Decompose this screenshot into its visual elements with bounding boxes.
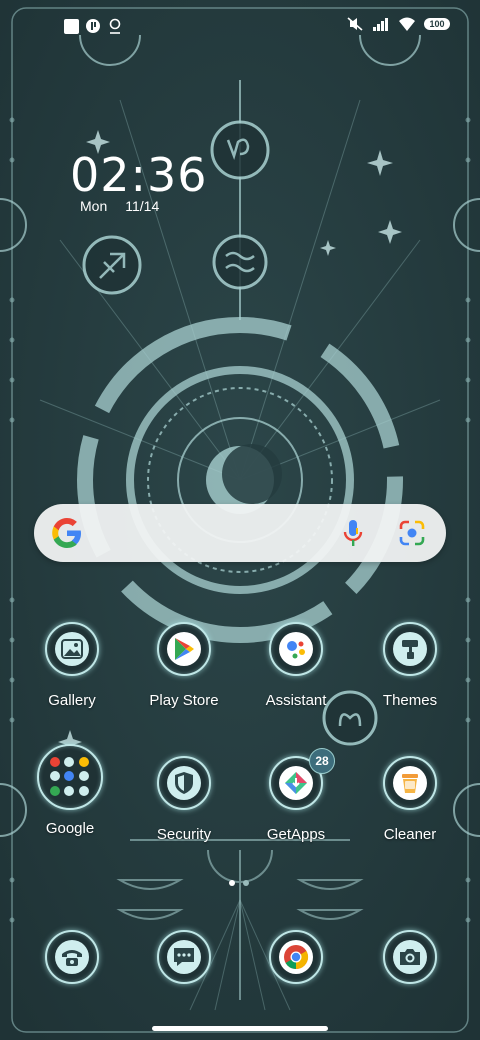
gallery-icon (61, 639, 83, 659)
app-label: Security (156, 826, 212, 843)
app-notification-icon (86, 19, 100, 33)
app-label: Cleaner (383, 826, 437, 843)
app-label: Play Store (149, 692, 219, 709)
app-play-store[interactable]: Play Store (134, 622, 234, 709)
mic-icon[interactable] (342, 518, 364, 548)
themes-icon (402, 640, 418, 659)
google-g-icon (52, 518, 81, 548)
assistant-icon (287, 641, 305, 659)
folder-icon (50, 757, 90, 797)
page-dot (243, 880, 249, 886)
signal-icon (373, 18, 388, 31)
clock-day: Mon (80, 198, 108, 214)
app-gallery[interactable]: Gallery (22, 622, 122, 709)
status-bar-left (64, 18, 123, 34)
camera-icon (400, 949, 420, 965)
dock-phone[interactable] (22, 930, 122, 984)
lens-icon[interactable] (398, 519, 426, 547)
app-assistant[interactable]: Assistant (246, 622, 346, 709)
dock-camera[interactable] (360, 930, 460, 984)
phone-icon (62, 950, 82, 966)
app-getapps[interactable]: 28 GetApps (246, 748, 346, 843)
app-label: Gallery (48, 692, 96, 709)
app-label: Assistant (265, 692, 327, 709)
app-security[interactable]: Security (134, 756, 234, 843)
app-label: Google (45, 820, 95, 837)
page-indicator (229, 880, 249, 886)
security-icon (175, 772, 193, 794)
page-dot-active (229, 880, 235, 886)
cleaner-icon (402, 774, 418, 793)
getapps-icon (285, 772, 307, 794)
square-icon (64, 18, 79, 34)
app-cleaner[interactable]: Cleaner (360, 756, 460, 843)
app-folder-google[interactable]: Google (20, 744, 120, 837)
mute-icon (347, 17, 363, 31)
wifi-icon (399, 17, 415, 31)
clock-date-value: 11/14 (125, 198, 160, 214)
play-store-icon (175, 638, 194, 660)
battery-indicator: 100 (424, 18, 450, 30)
app-themes[interactable]: Themes (360, 622, 460, 709)
status-bar-right: 100 (346, 16, 450, 32)
messages-icon (174, 948, 194, 966)
app-label: GetApps (266, 826, 326, 843)
gesture-home-bar[interactable] (152, 1026, 328, 1031)
dock-messages[interactable] (134, 930, 234, 984)
clock-date[interactable]: Mon 11/14 (80, 198, 159, 214)
google-search-bar[interactable] (34, 504, 446, 562)
dock-chrome[interactable] (246, 930, 346, 984)
clock-time[interactable]: 02:36 (70, 148, 208, 202)
gallery-notification-icon (109, 18, 121, 34)
notification-badge: 28 (309, 748, 335, 774)
chrome-icon (284, 945, 309, 969)
app-label: Themes (382, 692, 438, 709)
